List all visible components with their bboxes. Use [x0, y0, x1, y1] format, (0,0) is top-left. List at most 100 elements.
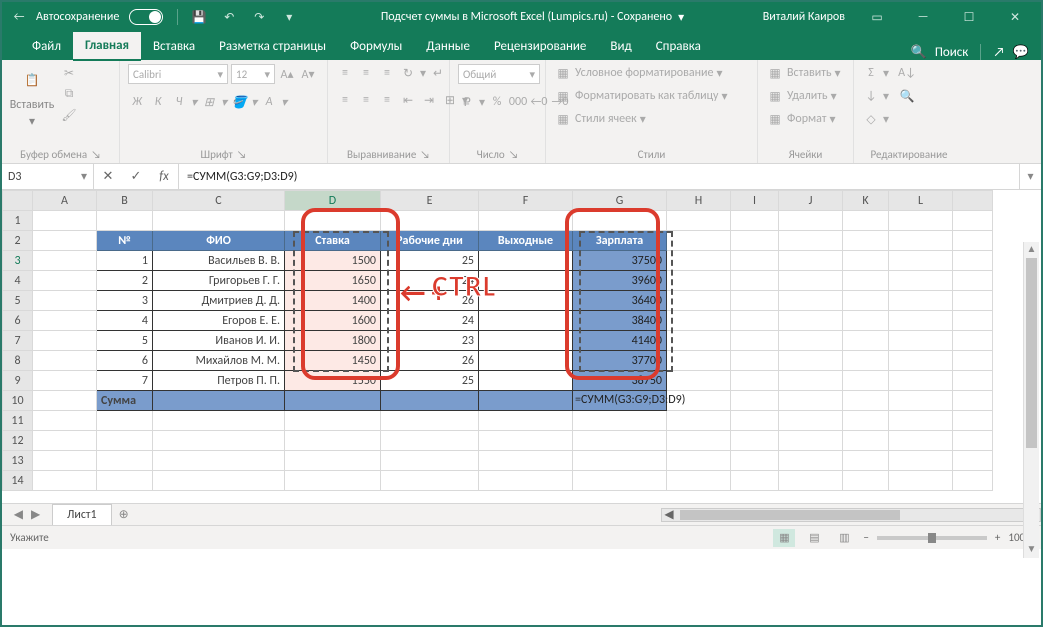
minimize-icon[interactable]: — [901, 2, 945, 32]
row-header[interactable]: 7 [3, 331, 33, 351]
cell[interactable]: 5 [97, 331, 153, 351]
col-header[interactable] [953, 191, 993, 211]
cell[interactable] [479, 271, 573, 291]
cond-format-label[interactable]: Условное форматирование [575, 66, 713, 80]
cell[interactable] [381, 391, 479, 411]
cell[interactable] [479, 391, 573, 411]
col-header[interactable]: H [667, 191, 731, 211]
font-color-icon[interactable]: A [260, 93, 278, 111]
row-header[interactable]: 11 [3, 411, 33, 431]
italic-icon[interactable]: К [149, 93, 167, 111]
maximize-icon[interactable]: ☐ [947, 2, 991, 32]
decrease-font-icon[interactable]: A▾ [299, 65, 317, 83]
cell[interactable]: Выходные [479, 231, 573, 251]
col-header[interactable]: K [843, 191, 889, 211]
scrollbar-thumb[interactable] [680, 510, 900, 520]
cell[interactable]: 1800 [285, 331, 381, 351]
cell[interactable]: 37500 [573, 251, 667, 271]
bold-icon[interactable]: Ж [128, 93, 146, 111]
fill-color-icon[interactable]: 🪣 [230, 93, 248, 111]
cell[interactable]: 1600 [285, 311, 381, 331]
decrease-indent-icon[interactable]: ⇤ [399, 91, 417, 109]
ribbon-options-icon[interactable]: ▭ [855, 2, 899, 32]
tab-review[interactable]: Рецензирование [482, 33, 598, 60]
cell[interactable]: Ставка [285, 231, 381, 251]
format-cells-icon[interactable]: ▦ [766, 110, 784, 128]
cell[interactable]: 37700 [573, 351, 667, 371]
format-cells-label[interactable]: Формат [787, 112, 826, 126]
cell[interactable]: 1650 [285, 271, 381, 291]
cell-styles-icon[interactable]: ▦ [554, 110, 572, 128]
close-icon[interactable]: ✕ [993, 2, 1037, 32]
col-header[interactable]: D [285, 191, 381, 211]
share-icon[interactable]: ↗ [993, 45, 1004, 60]
redo-icon[interactable]: ↷ [246, 4, 272, 30]
sheet-nav-next-icon[interactable]: ▶ [31, 507, 40, 522]
wrap-text-icon[interactable]: ↵ [429, 64, 447, 82]
cell[interactable]: Зарплата [573, 231, 667, 251]
spreadsheet-grid[interactable]: A B C D E F G H I J K L 1 2 № ФИО Ставка… [2, 190, 1041, 503]
align-middle-icon[interactable]: ≡ [357, 64, 375, 82]
cell[interactable]: 25 [381, 371, 479, 391]
search-icon[interactable]: 🔍 [911, 45, 927, 60]
page-layout-view-icon[interactable]: ▤ [803, 529, 825, 547]
col-header[interactable]: B [97, 191, 153, 211]
font-size-select[interactable]: 12▾ [231, 64, 275, 84]
increase-indent-icon[interactable]: ⇥ [420, 91, 438, 109]
tab-data[interactable]: Данные [414, 33, 482, 60]
col-header[interactable]: J [779, 191, 843, 211]
sheet-tab[interactable]: Лист1 [52, 504, 112, 525]
row-header[interactable]: 1 [3, 211, 33, 231]
delete-cells-label[interactable]: Удалить [787, 89, 828, 103]
underline-icon[interactable]: Ч [170, 93, 188, 111]
cell[interactable]: 26 [381, 291, 479, 311]
cell[interactable] [479, 311, 573, 331]
row-header[interactable]: 12 [3, 431, 33, 451]
cell-styles-label[interactable]: Стили ячеек [575, 112, 637, 126]
cond-format-icon[interactable]: ▦ [554, 64, 572, 82]
orientation-icon[interactable]: ↻ [399, 64, 417, 82]
tab-layout[interactable]: Разметка страницы [207, 33, 338, 60]
copy-icon[interactable]: ⧉ [60, 85, 78, 103]
align-center-icon[interactable]: ≡ [357, 91, 375, 109]
cell[interactable]: 1 [97, 251, 153, 271]
cell[interactable] [479, 351, 573, 371]
fx-icon[interactable]: fx [150, 169, 178, 184]
title-dropdown-icon[interactable]: ▾ [678, 10, 684, 25]
cell[interactable]: 26 [381, 351, 479, 371]
cell[interactable]: 2 [97, 271, 153, 291]
cell[interactable]: 36400 [573, 291, 667, 311]
row-header[interactable]: 10 [3, 391, 33, 411]
save-icon[interactable]: 💾 [186, 4, 212, 30]
dialog-launcher-icon[interactable]: ↘ [237, 148, 247, 161]
cell[interactable]: 39600 [573, 271, 667, 291]
chevron-down-icon[interactable]: ▾ [81, 169, 87, 184]
cell[interactable]: Григорьев Г. Г. [153, 271, 285, 291]
scroll-up-icon[interactable]: ▲ [1024, 242, 1039, 258]
scrollbar-thumb[interactable] [1026, 258, 1037, 448]
tab-file[interactable]: Файл [20, 33, 73, 60]
tab-insert[interactable]: Вставка [141, 33, 207, 60]
percent-icon[interactable]: % [488, 93, 506, 111]
cell[interactable]: № [97, 231, 153, 251]
cell[interactable]: Рабочие дни [381, 231, 479, 251]
cell[interactable]: 1400 [285, 291, 381, 311]
col-header[interactable]: G [573, 191, 667, 211]
cell[interactable]: Сумма [97, 391, 153, 411]
find-icon[interactable]: 🔍 [898, 87, 916, 105]
insert-cells-label[interactable]: Вставить [787, 66, 832, 80]
align-bottom-icon[interactable]: ≡ [378, 64, 396, 82]
back-icon[interactable]: ← [6, 4, 32, 30]
cell[interactable]: Петров П. П. [153, 371, 285, 391]
number-format-select[interactable]: Общий▾ [458, 64, 540, 84]
align-right-icon[interactable]: ≡ [378, 91, 396, 109]
dialog-launcher-icon[interactable]: ↘ [91, 148, 101, 161]
cell[interactable]: 38750 [573, 371, 667, 391]
col-header[interactable]: F [479, 191, 573, 211]
cell[interactable]: 7 [97, 371, 153, 391]
insert-cells-icon[interactable]: ▦ [766, 64, 784, 82]
tab-view[interactable]: Вид [598, 33, 643, 60]
name-box[interactable]: D3 ▾ [2, 164, 94, 189]
align-left-icon[interactable]: ≡ [336, 91, 354, 109]
autosave-toggle[interactable] [129, 9, 163, 25]
